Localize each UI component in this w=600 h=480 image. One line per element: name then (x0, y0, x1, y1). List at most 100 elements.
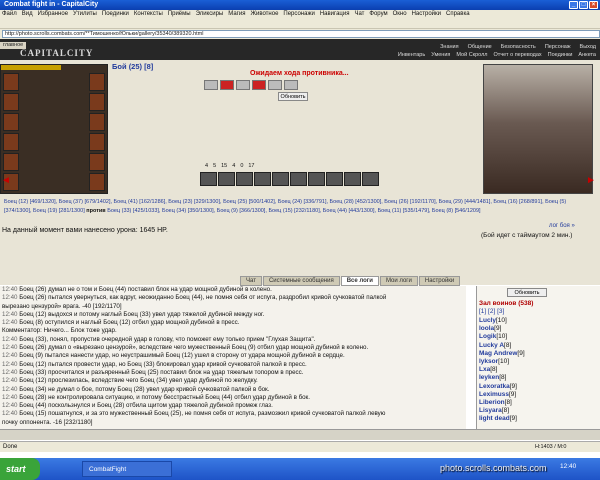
spell-icon[interactable] (290, 172, 307, 186)
fight-log-link[interactable]: лог боя » (549, 223, 575, 229)
refresh-button[interactable]: Обновить (507, 288, 547, 297)
site-nav-link[interactable]: Анкета (578, 52, 596, 58)
warrior-item[interactable]: Lisyara[8] (479, 407, 599, 415)
minimize-button[interactable]: _ (569, 1, 578, 9)
menu-item[interactable]: Персонажи (283, 10, 314, 19)
start-button[interactable]: start (0, 458, 40, 480)
hit-option[interactable] (220, 80, 234, 90)
equipment-slot[interactable] (3, 73, 19, 91)
menu-item[interactable]: Приёмы (168, 10, 191, 19)
chat-text: Боец (26) думал о «вырезано цензурой», в… (19, 344, 369, 352)
chat-text: почку оппонента. -16 [232/1180] (2, 418, 93, 426)
warrior-item[interactable]: Lucky A[8] (479, 342, 599, 350)
url-input[interactable] (2, 30, 600, 38)
menu-item[interactable]: Контексты (134, 10, 163, 19)
site-nav-link[interactable]: Общение (468, 44, 492, 50)
warrior-item[interactable]: lyksor[10] (479, 358, 599, 366)
menu-item[interactable]: Справка (446, 10, 470, 19)
chat-tab[interactable]: Настройки (418, 276, 461, 286)
spell-icon[interactable] (308, 172, 325, 186)
menu-item[interactable]: Форум (369, 10, 387, 19)
menu-item[interactable]: Животное (250, 10, 278, 19)
hit-option[interactable] (204, 80, 218, 90)
site-nav-link[interactable]: Безопасность (501, 44, 536, 50)
menu-item[interactable]: Окно (393, 10, 407, 19)
equipment-slot[interactable] (89, 93, 105, 111)
warrior-item[interactable]: Lucly[10] (479, 317, 599, 325)
menu-item[interactable]: Навигация (320, 10, 350, 19)
tab-main[interactable]: главное (0, 42, 27, 49)
equipment-slot[interactable] (89, 113, 105, 131)
chat-text: Боец (8) оступился и наглый Боец (12) от… (19, 319, 240, 327)
menu-item[interactable]: Чат (354, 10, 364, 19)
equipment-slot[interactable] (3, 153, 19, 171)
equipment-slot[interactable] (89, 133, 105, 151)
chat-time: 12:40 (2, 352, 20, 360)
menu-item[interactable]: Поединки (102, 10, 129, 19)
chat-tabs: Чат Системные сообщения Все логи Мои логи На… (240, 276, 461, 286)
site-nav-link[interactable]: Инвентарь (398, 52, 425, 58)
warrior-item[interactable]: Liberion[8] (479, 399, 599, 407)
warrior-item[interactable]: Logik[10] (479, 333, 599, 341)
hit-option[interactable] (268, 80, 282, 90)
menu-item[interactable]: Магия (228, 10, 245, 19)
chat-line: 12:40 Боец (8) оступился и наглый Боец (… (0, 319, 466, 327)
warrior-item[interactable]: loola[9] (479, 325, 599, 333)
chat-tab[interactable]: Мои логи (379, 276, 418, 286)
hit-option[interactable] (284, 80, 298, 90)
menu-item[interactable]: Избранное (38, 10, 68, 19)
chat-tab[interactable]: Чат (240, 276, 262, 286)
equipment-slot[interactable] (89, 173, 105, 191)
warrior-item[interactable]: Lxa[8] (479, 366, 599, 374)
site-nav-link[interactable]: Выход (580, 44, 596, 50)
close-button[interactable]: × (589, 1, 598, 9)
warrior-item[interactable]: Mag Andrew[9] (479, 350, 599, 358)
site-nav-link[interactable]: Поединки (548, 52, 573, 58)
maximize-button[interactable]: □ (579, 1, 588, 9)
site-logo: CAPITALCITY (20, 48, 94, 58)
player-name[interactable]: Бой (25) [8] (112, 62, 153, 71)
hall-pagination[interactable]: [1] [2] [3] (479, 308, 504, 315)
chat-tab[interactable]: Системные сообщения (262, 276, 340, 286)
site-nav-link[interactable]: Мой Скролл (456, 52, 487, 58)
warrior-item[interactable]: Leximuss[9] (479, 391, 599, 399)
chat-text: Боец (12) прослезилась, вследствие чего … (19, 377, 258, 385)
spell-icon[interactable] (326, 172, 343, 186)
prev-arrow-icon[interactable]: ◄ (1, 175, 11, 186)
site-nav-link[interactable]: Персонаж (545, 44, 571, 50)
spell-icon[interactable] (344, 172, 361, 186)
hp-mana-status: H:1403 / M:0 (535, 444, 567, 450)
taskbar-item[interactable]: CombatFight (82, 461, 172, 477)
menu-item[interactable]: Эликсиры (196, 10, 224, 19)
spell-icon[interactable] (218, 172, 235, 186)
next-arrow-icon[interactable]: ► (586, 175, 596, 186)
spell-icon[interactable] (236, 172, 253, 186)
menu-item[interactable]: Файл (2, 10, 17, 19)
warrior-name: Logik (479, 333, 497, 341)
equipment-slot[interactable] (3, 93, 19, 111)
warrior-level: [9] (494, 325, 502, 333)
spell-icon[interactable] (272, 172, 289, 186)
site-nav-link[interactable]: Отчет о переводах (494, 52, 542, 58)
equipment-slot[interactable] (89, 73, 105, 91)
menu-item[interactable]: Вид (22, 10, 33, 19)
equipment-slot[interactable] (3, 133, 19, 151)
site-nav-link[interactable]: Знания (440, 44, 459, 50)
warrior-item[interactable]: Ieyken[8] (479, 374, 599, 382)
chat-input-bar[interactable] (0, 429, 600, 440)
spell-icon[interactable] (200, 172, 217, 186)
equipment-slot[interactable] (89, 153, 105, 171)
chat-text: Боец (44) поскользнулся и Боец (28) отби… (19, 402, 273, 410)
menu-item[interactable]: Утилиты (73, 10, 97, 19)
hit-option[interactable] (236, 80, 250, 90)
site-nav-link[interactable]: Умения (431, 52, 450, 58)
chat-tab[interactable]: Все логи (340, 276, 379, 286)
spell-icon[interactable] (254, 172, 271, 186)
equipment-slot[interactable] (3, 113, 19, 131)
update-button[interactable]: Обновить (278, 92, 308, 101)
menu-item[interactable]: Настройки (412, 10, 441, 19)
hit-option[interactable] (252, 80, 266, 90)
warrior-item[interactable]: Lexoratka[9] (479, 383, 599, 391)
warrior-item[interactable]: light dead[9] (479, 415, 599, 423)
spell-icon[interactable] (362, 172, 379, 186)
